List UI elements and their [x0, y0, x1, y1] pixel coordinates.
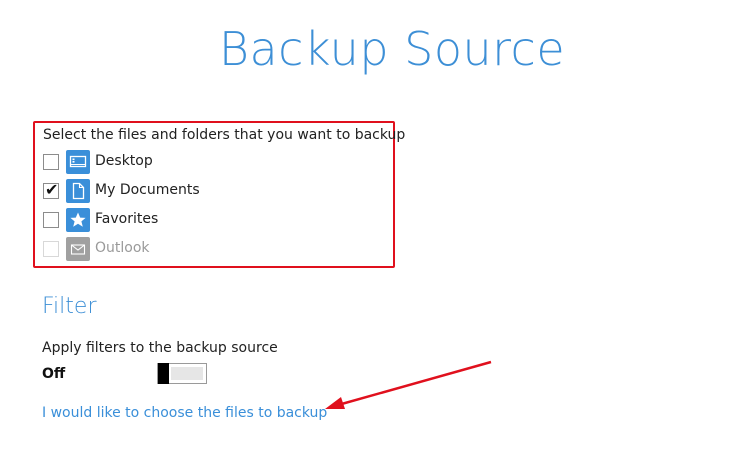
favorites-checkbox[interactable]	[43, 212, 59, 228]
source-item-favorites[interactable]: Favorites	[43, 207, 383, 233]
filter-toggle-state: Off	[42, 366, 66, 382]
my-documents-checkbox[interactable]: ✔	[43, 180, 59, 199]
page-title: Backup Source	[218, 22, 566, 76]
source-instructions: Select the files and folders that you wa…	[43, 127, 406, 143]
source-item-desktop[interactable]: Desktop	[43, 149, 383, 175]
source-item-my-documents[interactable]: ✔ My Documents	[43, 178, 383, 204]
document-icon	[66, 179, 90, 203]
choose-files-link[interactable]: I would like to choose the files to back…	[42, 405, 327, 421]
desktop-checkbox[interactable]	[43, 154, 59, 170]
outlook-label: Outlook	[95, 240, 150, 256]
backup-source-selection-box: Select the files and folders that you wa…	[33, 121, 405, 268]
filter-description: Apply filters to the backup source	[42, 340, 278, 356]
star-icon	[66, 208, 90, 232]
filter-toggle[interactable]	[157, 363, 207, 384]
favorites-label: Favorites	[95, 211, 159, 227]
toggle-track	[171, 367, 203, 380]
mail-icon	[66, 237, 90, 261]
checkmark-icon: ✔	[45, 180, 59, 199]
outlook-checkbox	[43, 241, 59, 257]
desktop-label: Desktop	[95, 153, 153, 169]
source-item-outlook: Outlook	[43, 236, 383, 262]
my-documents-label: My Documents	[95, 182, 200, 198]
filter-heading: Filter	[42, 294, 97, 319]
desktop-icon	[66, 150, 90, 174]
toggle-knob[interactable]	[158, 363, 169, 384]
